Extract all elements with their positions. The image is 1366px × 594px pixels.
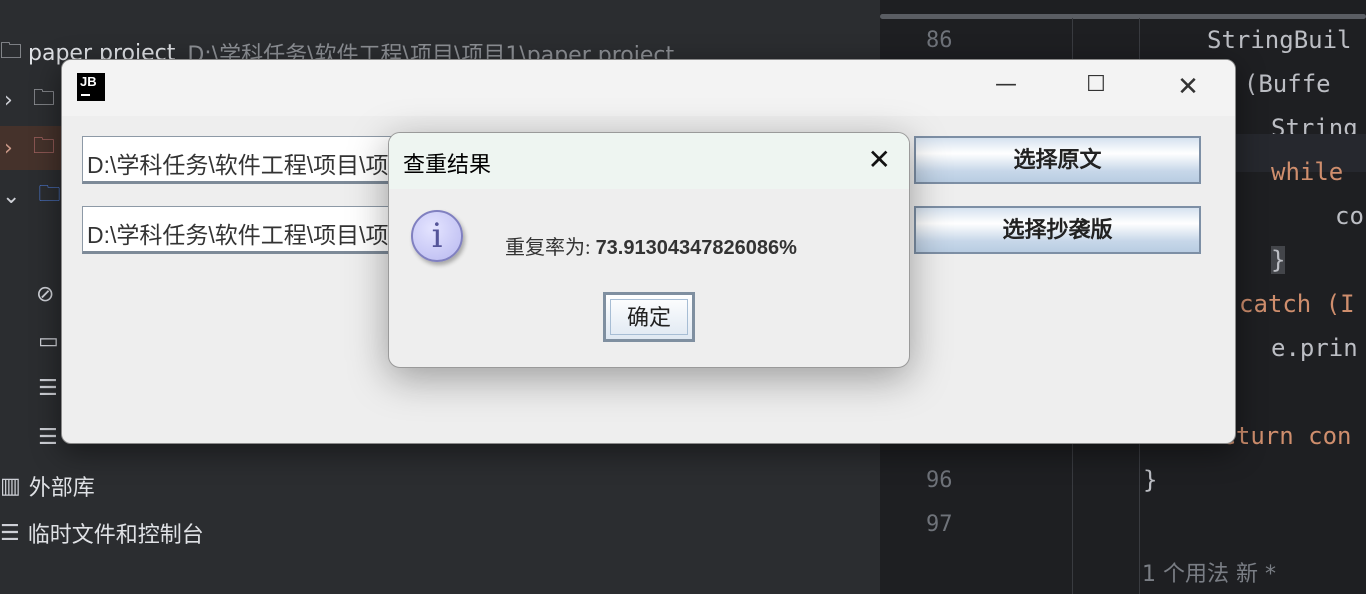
code-line: e.prin: [1271, 334, 1358, 362]
line-number: 97: [926, 512, 953, 537]
chevron-right-icon[interactable]: ›: [4, 88, 13, 113]
minimize-button[interactable]: —: [986, 72, 1026, 102]
external-libs-label: 外部库: [28, 476, 95, 501]
jb-logo-icon: JB: [77, 73, 105, 101]
code-line: StringBuil: [1207, 26, 1352, 54]
chevron-down-icon[interactable]: ⌄: [2, 184, 20, 209]
maximize-button[interactable]: ☐: [1076, 72, 1116, 102]
scratches-label: 临时文件和控制台: [27, 523, 204, 548]
tree-item-scratches[interactable]: ☰ 临时文件和控制台: [0, 511, 880, 555]
dialog-title: 查重结果: [403, 153, 492, 178]
code-line: }: [1271, 246, 1286, 274]
usage-hint[interactable]: 1 个用法 新 *: [1142, 556, 1276, 588]
horizontal-scrollbar[interactable]: [880, 14, 1366, 19]
library-icon: ▥: [0, 473, 21, 499]
line-number: 86: [926, 28, 953, 53]
close-button[interactable]: ✕: [1168, 72, 1208, 102]
similarity-value: 73.91304347826086%: [595, 237, 797, 259]
scratches-icon: ☰: [0, 520, 20, 546]
folder-icon: 🗀: [32, 86, 55, 111]
chevron-right-icon[interactable]: ›: [4, 136, 13, 161]
dialog-close-button[interactable]: ✕: [868, 143, 891, 176]
info-icon: i: [411, 210, 463, 262]
text-file-icon: ☰: [38, 424, 58, 450]
result-dialog: 查重结果 ✕ i 重复率为: 73.91304347826086% 确定: [388, 132, 910, 368]
code-line: while: [1271, 158, 1344, 186]
terminal-icon: ▭: [38, 328, 59, 354]
select-copy-button[interactable]: 选择抄袭版: [914, 206, 1201, 254]
tree-item-external-libs[interactable]: ▥ 外部库: [0, 464, 880, 508]
folder-icon: 🗀: [32, 134, 55, 159]
window-titlebar[interactable]: JB — ☐ ✕: [62, 60, 1235, 116]
folder-icon: 🗀: [38, 182, 61, 207]
code-line: }: [1143, 466, 1158, 494]
code-line: catch (I: [1239, 290, 1355, 318]
code-line: co: [1335, 202, 1364, 230]
excluded-icon: ⊘: [36, 281, 55, 307]
message-label: 重复率为:: [505, 237, 596, 259]
dialog-titlebar[interactable]: 查重结果 ✕: [389, 133, 909, 189]
project-folder-icon: 🗀: [0, 39, 23, 64]
ok-button[interactable]: 确定: [603, 292, 695, 342]
select-original-button[interactable]: 选择原文: [914, 136, 1201, 184]
line-number: 96: [926, 468, 953, 493]
dialog-message: 重复率为: 73.91304347826086%: [505, 231, 797, 260]
ok-label: 确定: [610, 299, 688, 335]
text-file-icon: ☰: [38, 375, 58, 401]
